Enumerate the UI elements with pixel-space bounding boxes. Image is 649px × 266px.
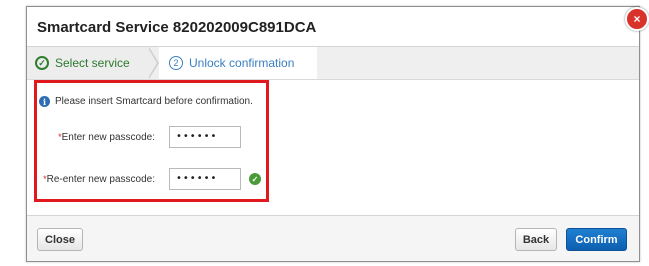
- step-label: Unlock confirmation: [189, 56, 295, 70]
- info-icon: i: [39, 96, 50, 107]
- step-unlock-confirmation[interactable]: 2 Unlock confirmation: [159, 47, 317, 79]
- reenter-passcode-label-text: Re-enter new passcode:: [46, 174, 155, 185]
- dialog-title-bar: Smartcard Service 820202009C891DCA: [27, 7, 639, 47]
- step-separator-arrow-fill: [148, 48, 157, 78]
- check-circle-icon: ✓: [35, 56, 49, 70]
- reenter-passcode-label: *Re-enter new passcode:: [39, 174, 155, 185]
- validation-check-icon: ✓: [249, 173, 261, 185]
- enter-passcode-label: *Enter new passcode:: [55, 132, 155, 143]
- enter-passcode-label-text: Enter new passcode:: [61, 132, 155, 143]
- smartcard-dialog: Smartcard Service 820202009C891DCA ✓ Sel…: [26, 6, 649, 262]
- wizard-steps: ✓ Select service 2 Unlock confirmation: [27, 47, 639, 80]
- back-button[interactable]: Back: [515, 228, 557, 251]
- reenter-passcode-input[interactable]: ••••••: [169, 168, 241, 190]
- dialog-title: Smartcard Service 820202009C891DCA: [37, 19, 317, 36]
- info-message: i Please insert Smartcard before confirm…: [39, 96, 253, 107]
- info-text: Please insert Smartcard before confirmat…: [55, 96, 253, 107]
- step-select-service[interactable]: ✓ Select service: [27, 47, 150, 79]
- dialog-content: i Please insert Smartcard before confirm…: [27, 80, 639, 220]
- step-number-icon: 2: [169, 56, 183, 70]
- new-passcode-input[interactable]: ••••••: [169, 126, 241, 148]
- close-button[interactable]: Close: [37, 228, 83, 251]
- dialog-footer: Close Back Confirm: [27, 215, 639, 261]
- step-label: Select service: [55, 56, 130, 70]
- confirm-button[interactable]: Confirm: [566, 228, 627, 251]
- close-icon[interactable]: ×: [625, 7, 649, 31]
